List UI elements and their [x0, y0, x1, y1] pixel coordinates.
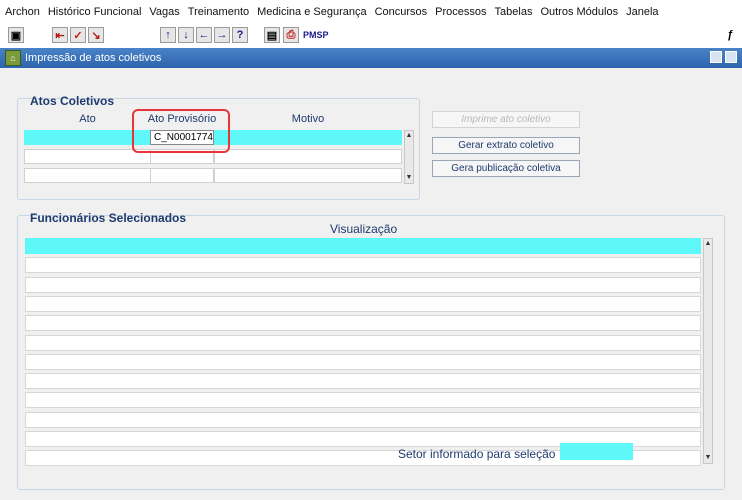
motivo-cell[interactable]	[214, 149, 402, 164]
pmsp-label: PMSP	[303, 30, 329, 40]
scroll-up-icon[interactable]: ▲	[704, 239, 712, 249]
menu-bar: Archon Histórico Funcional Vagas Treinam…	[0, 0, 742, 24]
ato-cell[interactable]	[24, 149, 151, 164]
col-motivo-header: Motivo	[291, 113, 325, 125]
visualizacao-row[interactable]	[25, 411, 701, 428]
gerar-extrato-coletivo-button[interactable]: Gerar extrato coletivo	[432, 137, 580, 154]
prev-record-icon[interactable]: ←	[196, 27, 212, 43]
check-icon[interactable]: ✓	[70, 27, 86, 43]
sort-asc-icon[interactable]: ↑	[160, 27, 176, 43]
visualizacao-row[interactable]	[25, 238, 701, 254]
ato-provisorio-cell[interactable]	[150, 168, 214, 183]
next-record-icon[interactable]: →	[214, 27, 230, 43]
minimize-button[interactable]	[710, 51, 722, 63]
print-icon[interactable]: ⎙	[283, 27, 299, 43]
visualizacao-row[interactable]	[25, 295, 701, 312]
funcionarios-title: Funcionários Selecionados	[30, 211, 187, 225]
help-icon[interactable]: ?	[232, 27, 248, 43]
menu-historico-funcional[interactable]: Histórico Funcional	[48, 6, 142, 18]
visualizacao-row[interactable]	[25, 334, 701, 351]
motivo-cell[interactable]	[214, 168, 402, 183]
menu-medicina-seguranca[interactable]: Medicina e Segurança	[257, 6, 366, 18]
visualizacao-row[interactable]	[25, 276, 701, 293]
visualizacao-row[interactable]	[25, 373, 701, 390]
menu-janela[interactable]: Janela	[626, 6, 658, 18]
toolbar: ▣ ⇤ ✓ ↘ ↑ ↓ ← → ? ▤ ⎙ PMSP ƒ	[0, 24, 742, 46]
menu-vagas[interactable]: Vagas	[149, 6, 179, 18]
sort-desc-icon[interactable]: ↓	[178, 27, 194, 43]
menu-archon[interactable]: Archon	[5, 6, 40, 18]
window-title: Impressão de atos coletivos	[25, 52, 162, 64]
save-icon[interactable]: ▣	[8, 27, 24, 43]
visualizacao-row[interactable]	[25, 315, 701, 332]
setor-input[interactable]	[560, 443, 633, 460]
menu-treinamento[interactable]: Treinamento	[188, 6, 249, 18]
motivo-cell[interactable]	[214, 130, 402, 145]
document-icon[interactable]: ▤	[264, 27, 280, 43]
function-icon[interactable]: ƒ	[722, 27, 738, 43]
exit-icon[interactable]: ⇤	[52, 27, 68, 43]
col-visualizacao-header: Visualização	[330, 222, 398, 236]
atos-coletivos-title: Atos Coletivos	[30, 94, 115, 108]
undo-icon[interactable]: ↘	[88, 27, 104, 43]
funcionarios-scrollbar[interactable]: ▲ ▼	[703, 238, 713, 464]
window-title-bar: ⌂ Impressão de atos coletivos	[0, 48, 742, 68]
form-area: Atos Coletivos Ato Ato Provisório Motivo…	[0, 68, 742, 500]
scroll-down-icon[interactable]: ▼	[704, 453, 712, 463]
gera-publicacao-coletiva-button[interactable]: Gera publicação coletiva	[432, 160, 580, 177]
atos-scrollbar[interactable]: ▲ ▼	[404, 130, 414, 184]
maximize-button[interactable]	[725, 51, 737, 63]
scroll-down-icon[interactable]: ▼	[405, 173, 413, 183]
scroll-up-icon[interactable]: ▲	[405, 131, 413, 141]
visualizacao-row[interactable]	[25, 392, 701, 409]
menu-tabelas[interactable]: Tabelas	[495, 6, 533, 18]
app-icon: ⌂	[5, 50, 21, 66]
ato-cell[interactable]	[24, 168, 151, 183]
menu-concursos[interactable]: Concursos	[375, 6, 428, 18]
menu-outros-modulos[interactable]: Outros Módulos	[540, 6, 618, 18]
visualizacao-row[interactable]	[25, 353, 701, 370]
imprime-ato-coletivo-button[interactable]: Imprime ato coletivo	[432, 111, 580, 128]
visualizacao-row[interactable]	[25, 257, 701, 274]
menu-processos[interactable]: Processos	[435, 6, 486, 18]
highlight-ato-provisorio	[132, 109, 230, 153]
setor-label: Setor informado para seleção	[398, 447, 556, 461]
